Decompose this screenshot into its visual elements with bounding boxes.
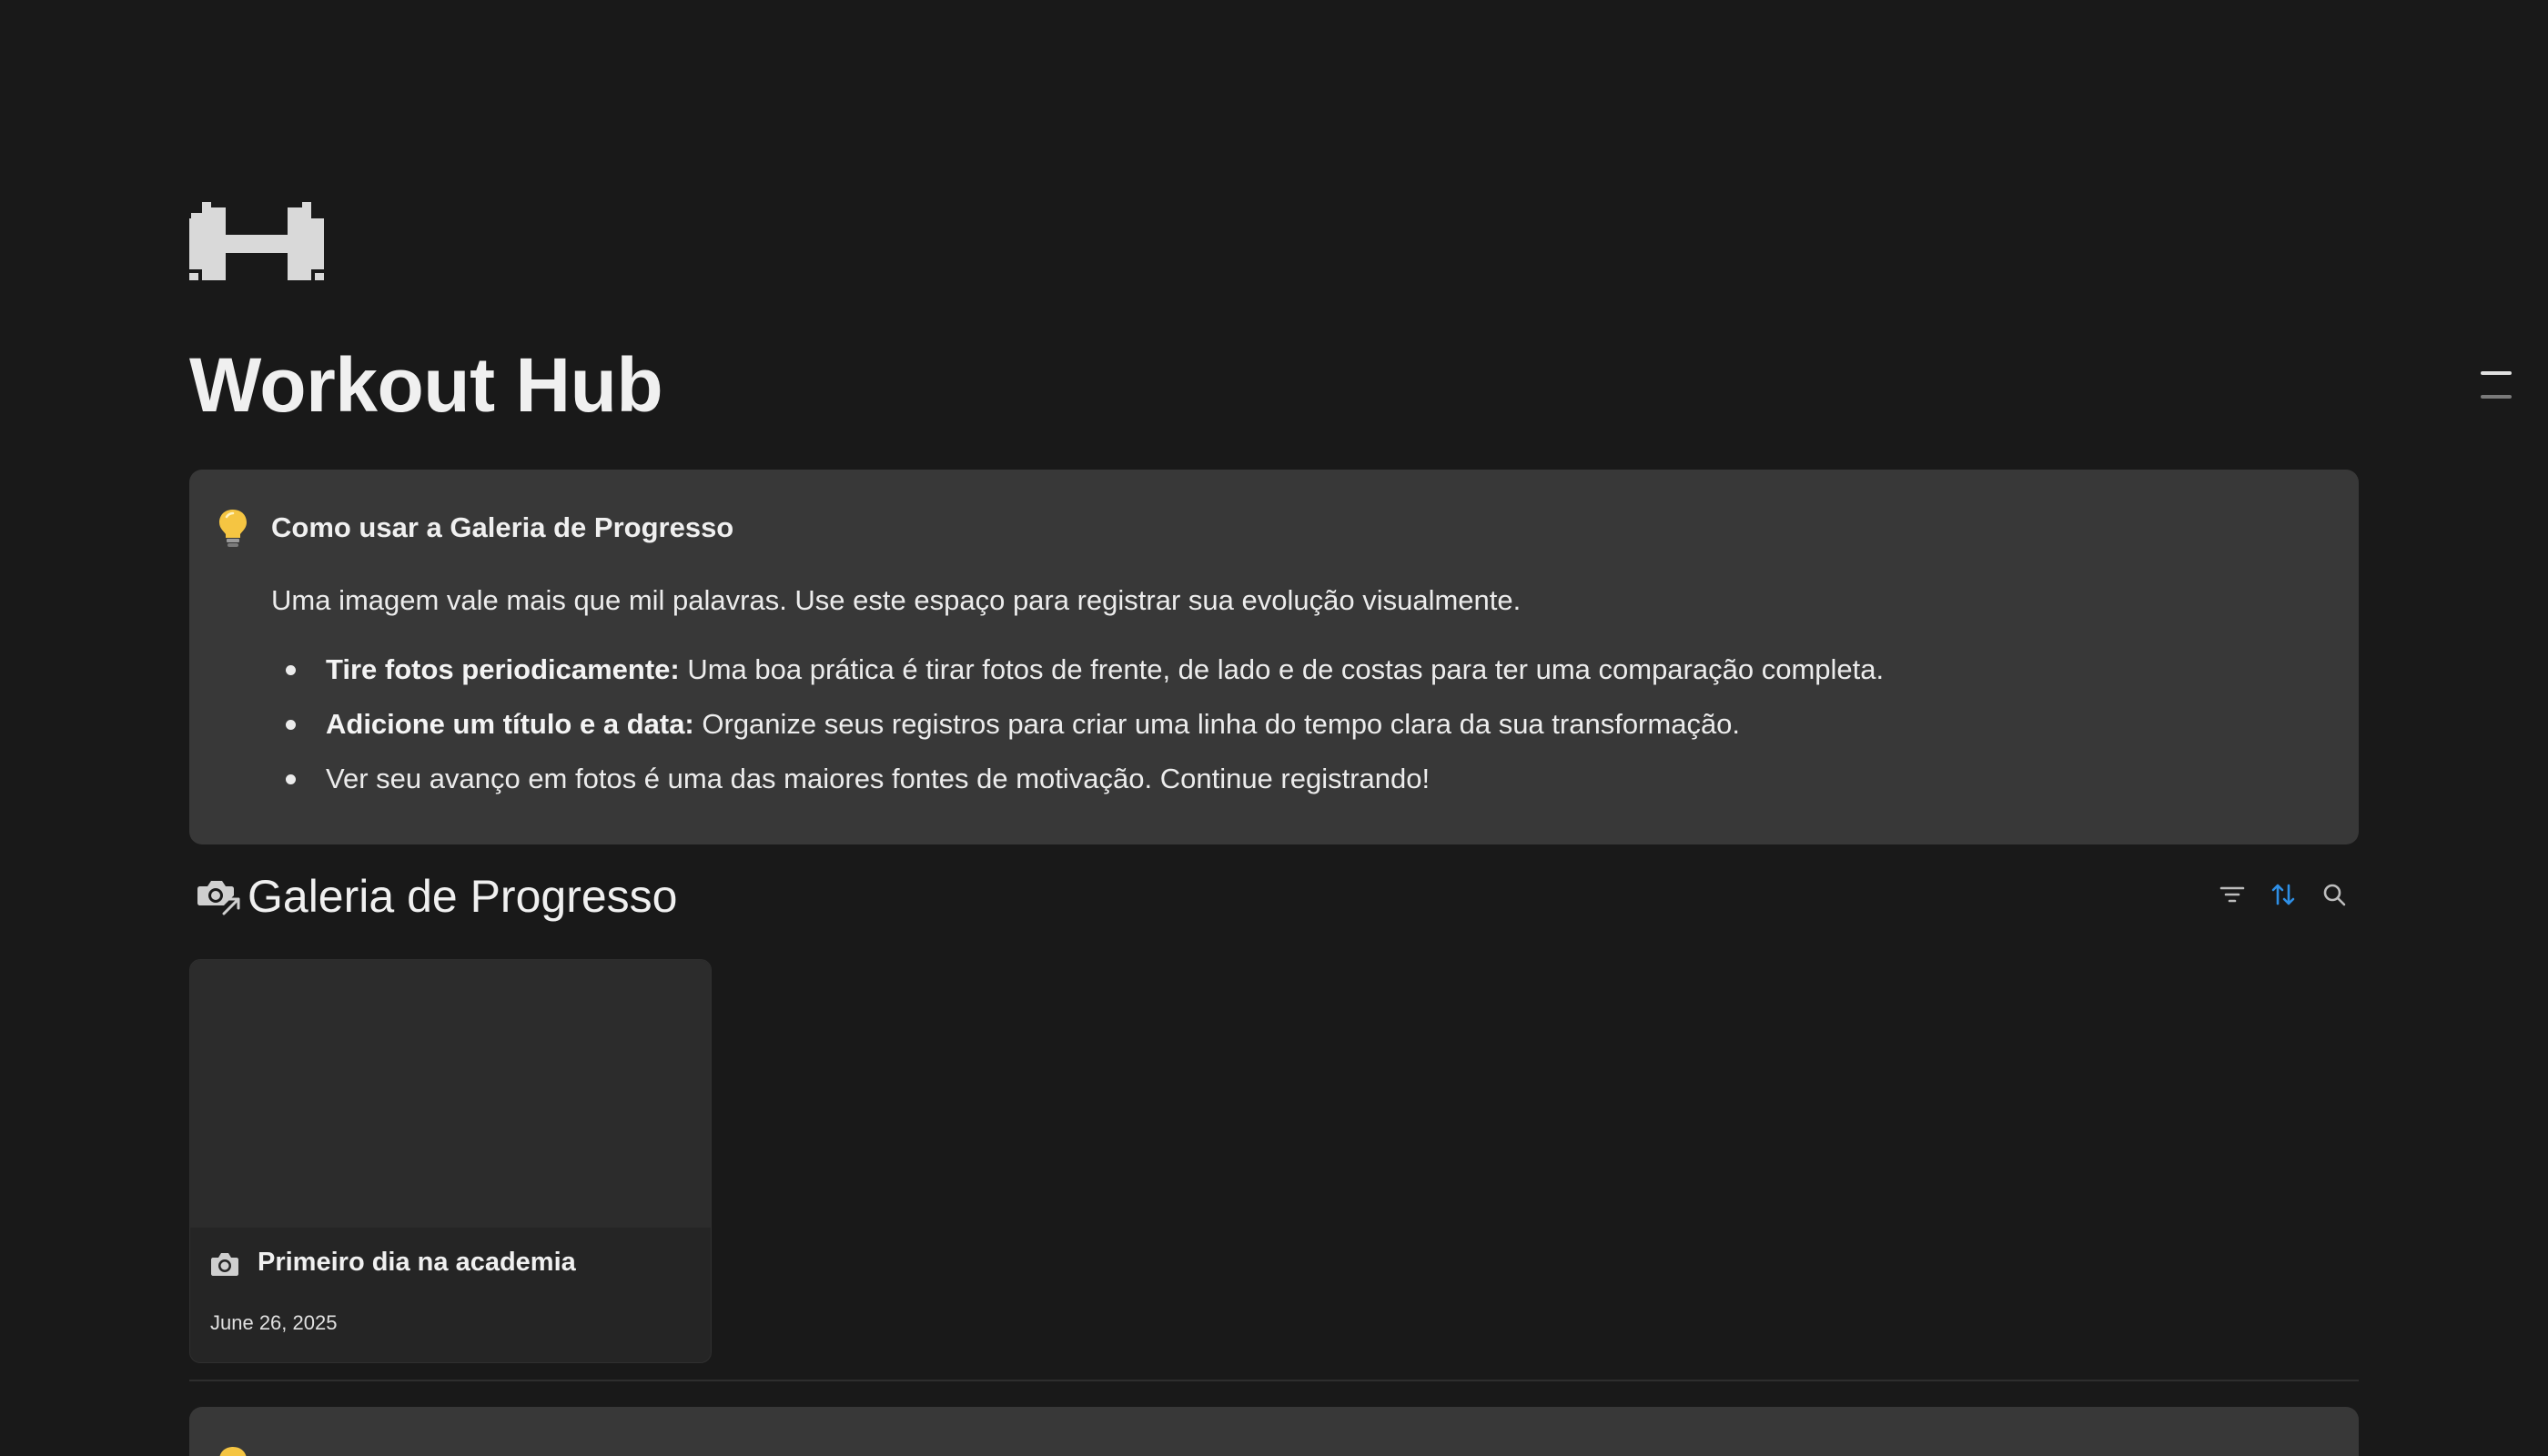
lightbulb-icon [217,508,249,548]
filter-icon [2219,884,2245,910]
bullet-item: Ver seu avanço em fotos é uma das maiore… [271,759,1884,814]
divider [189,1380,2359,1381]
callout-intro: Uma imagem vale mais que mil palavras. U… [271,584,1522,616]
bullet-item: Adicione um título e a data: Organize se… [271,704,1884,759]
bullet-bold: Tire fotos periodicamente: [326,653,680,685]
card-title: Primeiro dia na academia [258,1248,576,1277]
toc-line [2481,371,2512,375]
callout-heading: Como usar a Galeria de Progresso [271,511,734,543]
sort-button[interactable] [2268,881,2299,912]
lightbulb-icon [217,1445,249,1456]
camera-with-arrow-icon [197,875,240,915]
filter-button[interactable] [2217,881,2248,912]
notion-page: Workout Hub Como usar a Galeria de Progr… [0,0,2548,1456]
bullet-dot [286,774,296,784]
table-of-contents-toggle[interactable] [2481,368,2513,404]
page-title[interactable]: Workout Hub [189,335,663,435]
toc-line [2481,395,2512,399]
bullet-text: Organize seus registros para criar uma l… [693,708,1741,740]
second-callout [189,1407,2359,1456]
search-button[interactable] [2319,881,2350,912]
search-icon [2321,882,2347,912]
how-to-callout: Como usar a Galeria de Progresso Uma ima… [189,470,2359,844]
gallery-toolbar [2217,881,2350,914]
dumbbell-icon[interactable] [189,202,324,286]
gallery-card[interactable]: Primeiro dia na academia June 26, 2025 [189,959,712,1363]
camera-icon [210,1251,239,1277]
bullet-text: Ver seu avanço em fotos é uma das maiore… [326,763,1431,794]
bullet-item: Tire fotos periodicamente: Uma boa práti… [271,650,1884,704]
card-cover-image [190,960,711,1228]
sort-icon [2270,882,2296,912]
gallery-title[interactable]: Galeria de Progresso [248,868,677,925]
bullet-bold: Adicione um título e a data: [326,708,694,740]
callout-bullet-list: Tire fotos periodicamente: Uma boa práti… [271,650,1884,814]
bullet-text: Uma boa prática é tirar fotos de frente,… [679,653,1885,685]
card-date: June 26, 2025 [210,1311,338,1334]
bullet-dot [286,720,296,730]
gallery-header: Galeria de Progresso [189,864,2359,928]
bullet-dot [286,665,296,675]
